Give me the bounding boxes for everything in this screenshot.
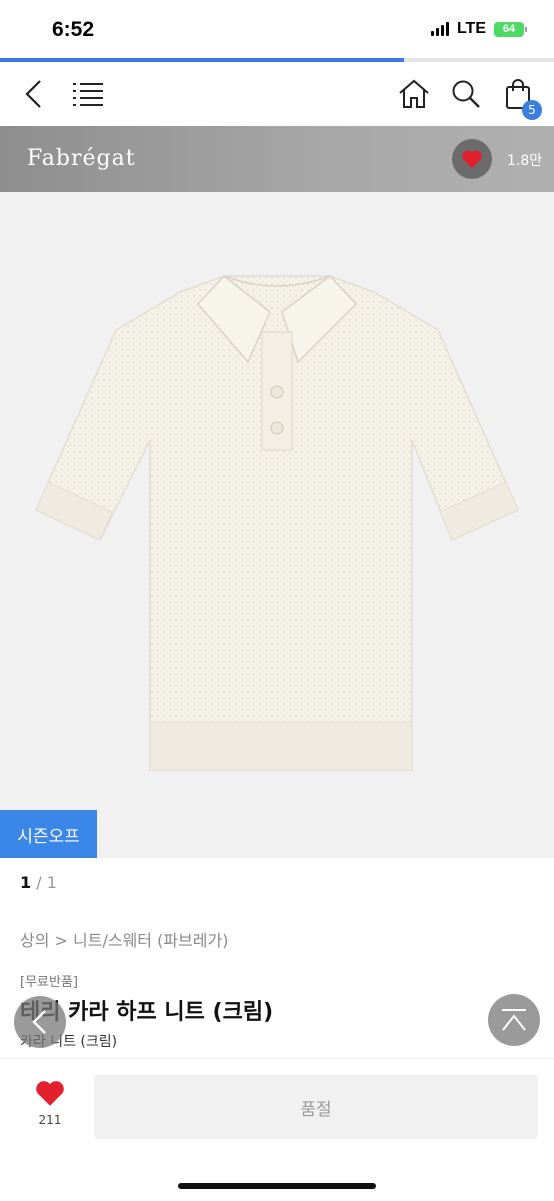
status-time: 6:52 (52, 18, 95, 41)
pager-current: 1 (20, 873, 32, 892)
home-indicator (178, 1183, 376, 1189)
cart-count-badge: 5 (522, 100, 542, 120)
image-pager: 1 / 1 (20, 873, 57, 892)
wishlist-button[interactable]: 211 (22, 1079, 78, 1127)
brand-bar[interactable]: Fabrégat 1.8만 (0, 126, 554, 192)
battery-icon: 64 (494, 21, 527, 37)
chevron-left-icon (32, 1010, 46, 1034)
chevron-left-icon (25, 80, 41, 108)
menu-button[interactable] (66, 72, 110, 116)
season-off-badge: 시즌오프 (0, 810, 97, 858)
arrow-up-icon (502, 1009, 526, 1031)
brand-like-count: 1.8만 (507, 153, 543, 169)
brand-like-button[interactable] (452, 139, 492, 179)
home-button[interactable] (392, 72, 436, 116)
signal-icon (430, 22, 449, 36)
knit-polo-shirt-image (35, 274, 519, 771)
heart-icon (36, 1081, 64, 1106)
scroll-top-button[interactable] (488, 994, 540, 1046)
top-nav: 5 (0, 62, 554, 126)
free-return-tag: [무료반품] (20, 975, 78, 990)
heart-icon (462, 150, 482, 169)
sold-out-button[interactable]: 품절 (94, 1075, 538, 1139)
search-icon (452, 80, 480, 108)
status-bar: 6:52 LTE 64 (0, 0, 554, 58)
product-image[interactable] (0, 192, 554, 858)
battery-level: 64 (502, 23, 516, 35)
search-button[interactable] (444, 72, 488, 116)
bottom-action-bar: 211 품절 (0, 1058, 554, 1201)
brand-name[interactable]: Fabrégat (27, 146, 136, 171)
prev-product-button[interactable] (14, 996, 66, 1048)
home-icon (399, 79, 429, 108)
cart-button[interactable]: 5 (496, 72, 542, 120)
back-button[interactable] (12, 72, 56, 116)
breadcrumb[interactable]: 상의 > 니트/스웨터 (파브레가) (20, 927, 228, 951)
pager-total: / 1 (31, 873, 57, 892)
list-menu-icon (73, 83, 103, 106)
wishlist-count: 211 (38, 1113, 62, 1127)
network-label: LTE (456, 20, 486, 37)
status-indicators: LTE 64 (430, 20, 527, 38)
